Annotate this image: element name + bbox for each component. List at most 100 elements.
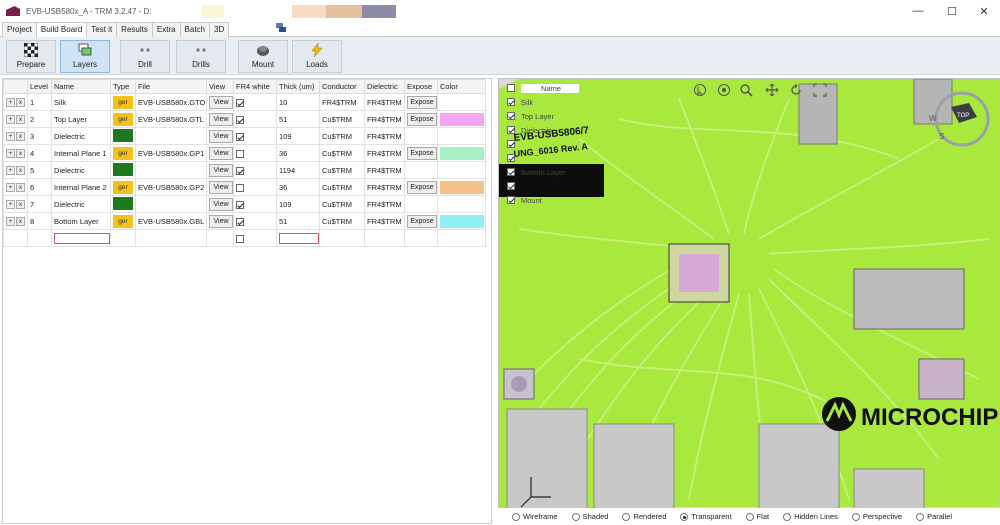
prepare-button[interactable]: Prepare [6, 40, 56, 73]
name-cell[interactable]: Dielectric [51, 195, 111, 213]
remove-layer-button[interactable]: x [16, 217, 25, 226]
layer-list-item[interactable]: Mount [507, 193, 602, 207]
type-cell[interactable] [110, 195, 136, 213]
fit-view-icon[interactable] [813, 83, 827, 97]
drill-button[interactable]: Drill [120, 40, 170, 73]
new-layer-row[interactable] [3, 229, 486, 247]
type-cell[interactable] [110, 229, 136, 247]
layer-list-item[interactable]: Silk [507, 95, 602, 109]
col-header-color[interactable]: Color [437, 79, 486, 94]
render-mode-option[interactable]: Wireframe [512, 512, 558, 521]
level-cell[interactable]: 2 [27, 110, 52, 128]
render-mode-option[interactable]: Perspective [851, 512, 902, 521]
add-layer-button[interactable]: + [6, 98, 15, 107]
table-row[interactable]: + x 4 Internal Plane 1 ger EVB-USB580x.GP1 Vie… [3, 144, 486, 162]
conductor-cell[interactable]: Cu$TRM [319, 161, 365, 179]
type-badge[interactable]: ger [113, 180, 133, 194]
type-cell[interactable] [110, 127, 136, 145]
expose-button[interactable]: Expose [407, 146, 437, 160]
render-mode-option[interactable]: Shaded [571, 512, 608, 521]
mount-button[interactable]: Mount [238, 40, 288, 73]
thick-cell[interactable]: 36 [276, 144, 320, 162]
conductor-cell[interactable]: Cu$TRM [319, 195, 365, 213]
file-cell[interactable] [135, 161, 207, 179]
render-mode-option[interactable]: Hidden Lines [783, 512, 838, 521]
add-layer-button[interactable]: + [6, 166, 15, 175]
layer-list-item[interactable] [507, 137, 602, 151]
type-badge[interactable]: ger [113, 112, 133, 126]
layer-list-item[interactable]: Bottom Layer [507, 165, 602, 179]
dielectric-cell[interactable]: FR4$TRM [364, 110, 405, 128]
layer-visible-checkbox[interactable] [507, 196, 515, 204]
name-cell[interactable]: Bottom Layer [51, 212, 111, 230]
render-mode-option[interactable]: Parallel [916, 512, 952, 521]
color-cell[interactable] [437, 161, 486, 179]
thick-cell[interactable]: 51 [276, 110, 320, 128]
col-header-view[interactable]: View [206, 79, 234, 94]
view-button[interactable]: View [209, 197, 233, 211]
remove-layer-button[interactable]: x [16, 149, 25, 158]
level-cell[interactable]: 5 [27, 161, 52, 179]
tab-test-it[interactable]: Test it [86, 22, 118, 37]
render-mode-radio[interactable] [622, 512, 631, 521]
expose-button[interactable]: Expose [407, 214, 437, 228]
fr4-white-checkbox[interactable] [236, 115, 244, 124]
pointer-icon[interactable] [693, 83, 707, 97]
fr4-white-checkbox[interactable] [236, 217, 244, 226]
render-mode-radio[interactable] [680, 512, 689, 521]
expose-button[interactable]: Expose [407, 180, 437, 194]
layers-stack-icon[interactable] [275, 22, 287, 34]
col-header-fr4-white[interactable]: FR4 white [233, 79, 277, 94]
remove-layer-button[interactable]: x [16, 98, 25, 107]
layer-visible-checkbox[interactable] [507, 112, 515, 120]
view-button[interactable]: View [209, 95, 233, 109]
view-button[interactable]: View [209, 146, 233, 160]
view-button[interactable]: View [209, 180, 233, 194]
conductor-cell[interactable]: Cu$TRM [319, 212, 365, 230]
layer-list-item[interactable]: Dielectric [507, 123, 602, 137]
dielectric-cell[interactable]: FR4$TRM [364, 195, 405, 213]
type-cell[interactable] [110, 161, 136, 179]
fr4-white-checkbox[interactable] [236, 149, 244, 158]
conductor-cell[interactable]: Cu$TRM [319, 144, 365, 162]
conductor-cell[interactable]: FR4$TRM [319, 93, 365, 111]
level-cell[interactable]: 7 [27, 195, 52, 213]
file-cell[interactable]: EVB-USB580x.GTL [135, 110, 207, 128]
type-cell[interactable]: ger [110, 178, 136, 196]
layer-color-swatch[interactable] [440, 146, 484, 160]
col-header-dielectric[interactable]: Dielectric [364, 79, 405, 94]
view-button[interactable]: View [209, 112, 233, 126]
render-mode-radio[interactable] [512, 512, 520, 521]
dielectric-cell[interactable]: FR4$TRM [364, 127, 405, 145]
layer-visible-checkbox[interactable] [507, 126, 515, 134]
color-cell[interactable] [437, 212, 486, 230]
render-mode-radio[interactable] [571, 512, 580, 521]
add-layer-button[interactable]: + [6, 115, 15, 124]
fr4-white-checkbox[interactable] [236, 183, 244, 192]
col-header-expose[interactable]: Expose [404, 79, 438, 94]
layer-visible-checkbox[interactable] [507, 154, 515, 162]
table-row[interactable]: + x 3 Dielectric View 109 Cu$TRM FR4$TRM [3, 127, 486, 145]
name-cell[interactable] [51, 229, 111, 247]
render-mode-radio[interactable] [745, 512, 754, 521]
render-mode-option[interactable]: Rendered [622, 512, 666, 521]
table-row[interactable]: + x 1 Silk ger EVB-USB580x.GTO View 10 FR4$TRM FR… [3, 93, 486, 111]
name-cell[interactable]: Dielectric [51, 127, 111, 145]
color-cell[interactable] [437, 195, 486, 213]
file-cell[interactable]: EVB-USB580x.GP2 [135, 178, 207, 196]
file-cell[interactable]: EVB-USB580x.GP1 [135, 144, 207, 162]
tab-results[interactable]: Results [116, 22, 153, 37]
col-header-level[interactable]: Level [27, 79, 52, 94]
loads-button[interactable]: Loads [292, 40, 342, 73]
type-cell[interactable]: ger [110, 212, 136, 230]
col-header-thick[interactable]: Thick (um) [276, 79, 320, 94]
layer-list-item[interactable] [507, 179, 602, 193]
remove-layer-button[interactable]: x [16, 132, 25, 141]
minimize-button[interactable]: — [902, 0, 934, 22]
layer-all-checkbox[interactable] [507, 84, 515, 92]
reset-view-icon[interactable] [789, 83, 803, 97]
add-layer-button[interactable]: + [6, 149, 15, 158]
color-cell[interactable] [437, 110, 486, 128]
color-cell[interactable] [437, 127, 486, 145]
color-cell[interactable] [437, 229, 486, 247]
